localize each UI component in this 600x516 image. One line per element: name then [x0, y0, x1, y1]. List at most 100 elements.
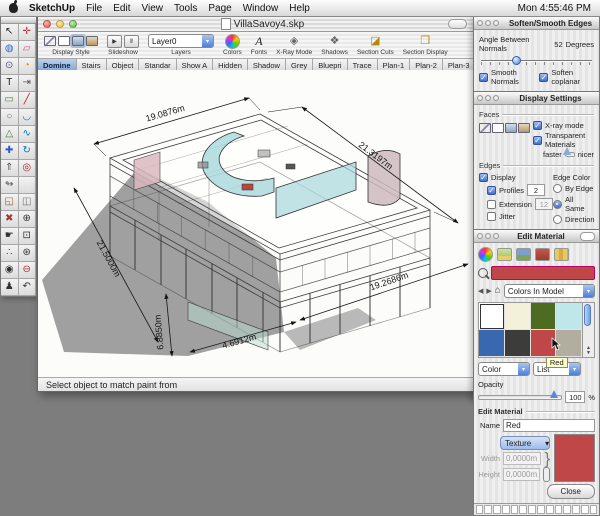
aspect-lock-icon[interactable]	[543, 467, 550, 482]
face-textured-icon[interactable]	[518, 123, 530, 133]
tool-offset[interactable]: ◎	[19, 160, 37, 177]
tool-eraser[interactable]: ▱	[19, 41, 37, 58]
menu-tools[interactable]: Tools	[174, 3, 197, 14]
forward-icon[interactable]: ▶	[486, 287, 491, 295]
tool-paint-bucket[interactable]: ◍	[1, 41, 19, 58]
back-icon[interactable]: ◀	[478, 287, 483, 295]
edges-display-checkbox[interactable]: ✓	[479, 173, 488, 182]
tool-tape-measure[interactable]: ⇥	[19, 75, 37, 92]
close-window-button[interactable]	[43, 20, 51, 28]
home-icon[interactable]: ⌂	[495, 286, 501, 296]
color-wheel-icon[interactable]	[225, 34, 240, 49]
tool-follow-me[interactable]: ↬	[1, 177, 19, 194]
material-well[interactable]	[484, 505, 492, 514]
material-well[interactable]	[546, 505, 554, 514]
panel-zoom-icon[interactable]	[493, 20, 499, 26]
toolbar-toggle-pill[interactable]	[448, 19, 467, 29]
panel-close-icon[interactable]	[477, 233, 483, 239]
opacity-value-field[interactable]: 100	[565, 391, 585, 403]
tool-sample-paint[interactable]: ⊙	[1, 58, 19, 75]
tool-arc[interactable]: ◡	[19, 109, 37, 126]
by-edge-radio[interactable]	[553, 184, 562, 193]
crayons-icon[interactable]	[554, 248, 569, 261]
soften-coplanar-checkbox[interactable]: ✓	[539, 73, 548, 82]
section-display-icon[interactable]: ❐	[420, 36, 430, 47]
panel-collapse-pill[interactable]	[580, 232, 595, 241]
tool-rectangle[interactable]: ▭	[1, 92, 19, 109]
tool-section-plane[interactable]: ◫	[19, 194, 37, 211]
layers-dropdown[interactable]: Layer0 ▾	[148, 34, 214, 48]
tool-axes[interactable]: ✛	[19, 24, 37, 41]
tool-palette-titlebar[interactable]	[1, 17, 36, 24]
color-mode-dropdown[interactable]: Color▾	[478, 362, 530, 376]
opacity-thumb[interactable]	[550, 390, 558, 398]
shaded-style-icon[interactable]	[72, 36, 84, 46]
xray-mode-icon[interactable]: ◈	[290, 36, 298, 47]
play-icon[interactable]: ▶	[107, 35, 122, 48]
material-swatch-pale-cyan[interactable]	[556, 303, 582, 330]
panel-close-icon[interactable]	[477, 20, 483, 26]
panel-zoom-icon[interactable]	[493, 233, 499, 239]
tool-move[interactable]: ✚	[1, 143, 19, 160]
menu-page[interactable]: Page	[208, 3, 231, 14]
material-well[interactable]	[476, 505, 484, 514]
pause-icon[interactable]: Ⅱ	[124, 35, 139, 48]
section-cuts-icon[interactable]: ◪	[370, 36, 380, 47]
material-color-wheel-icon[interactable]	[478, 247, 493, 262]
face-shaded-icon[interactable]	[505, 123, 517, 133]
brick-material-icon[interactable]	[535, 248, 550, 261]
tool-rotate[interactable]: ↻	[19, 143, 37, 160]
material-well[interactable]	[581, 505, 589, 514]
swatch-scrollbar[interactable]: ▲▼	[583, 302, 595, 358]
tool-circle[interactable]: ○	[1, 109, 19, 126]
material-well[interactable]	[563, 505, 571, 514]
fonts-icon[interactable]: A	[255, 34, 262, 49]
tool-orbit[interactable]: ✖	[1, 211, 19, 228]
model-viewport[interactable]: 19.0876m 21.3197m 21.5000m 6.8850m 4.691…	[38, 70, 473, 378]
all-same-radio[interactable]	[553, 200, 562, 209]
scrollbar-arrows[interactable]: ▲▼	[583, 346, 594, 356]
hidden-line-style-icon[interactable]	[58, 36, 70, 46]
panel-minimize-icon[interactable]	[485, 233, 491, 239]
material-well[interactable]	[493, 505, 501, 514]
texture-height-field[interactable]: 0,0000m	[503, 468, 540, 481]
tool-zoom-extents[interactable]: ⊛	[19, 245, 37, 262]
menu-sketchup[interactable]: SketchUp	[29, 3, 75, 14]
tool-zoom-out[interactable]: ⊖	[19, 262, 37, 279]
material-swatch-dark-gray[interactable]	[505, 330, 531, 357]
material-swatch-dark-green[interactable]	[531, 303, 557, 330]
panel-minimize-icon[interactable]	[485, 20, 491, 26]
tool-previous-view[interactable]: ↶	[19, 279, 37, 296]
jitter-checkbox[interactable]	[487, 212, 496, 221]
tool-push-pull[interactable]: ⇑	[1, 160, 19, 177]
angle-slider-thumb[interactable]	[512, 56, 521, 65]
panel-minimize-icon[interactable]	[485, 95, 491, 101]
smooth-normals-checkbox[interactable]: ✓	[479, 73, 488, 82]
tool-select[interactable]: ↖	[1, 24, 19, 41]
close-button[interactable]: Close	[547, 484, 595, 499]
profiles-value-field[interactable]: 2	[527, 184, 545, 196]
shadows-icon[interactable]: ❖	[330, 36, 340, 47]
xray-mode-checkbox[interactable]: ✓	[533, 121, 542, 130]
texture-width-field[interactable]: 0,0000m	[503, 452, 541, 465]
zoom-window-button[interactable]	[69, 20, 77, 28]
opacity-slider[interactable]	[478, 395, 562, 400]
edit-material-titlebar[interactable]: Edit Material	[474, 230, 599, 243]
tool-walk[interactable]: ∴	[1, 245, 19, 262]
face-wireframe-icon[interactable]	[479, 123, 491, 133]
tool-freehand[interactable]: ∿	[19, 126, 37, 143]
tool-protractor[interactable]: ◔	[19, 58, 37, 75]
panel-zoom-icon[interactable]	[493, 95, 499, 101]
tool-line[interactable]: ╱	[19, 92, 37, 109]
material-name-field[interactable]: Red	[503, 419, 595, 432]
minimize-window-button[interactable]	[56, 20, 64, 28]
soften-panel-titlebar[interactable]: Soften/Smooth Edges	[474, 17, 599, 30]
textured-style-icon[interactable]	[86, 36, 98, 46]
tool-zoom-region[interactable]: ⊡	[19, 228, 37, 245]
material-swatch-blue[interactable]	[479, 330, 505, 357]
menu-file[interactable]: File	[86, 3, 102, 14]
scrollbar-thumb[interactable]	[584, 304, 591, 326]
extension-value-field[interactable]: 12	[535, 198, 553, 210]
texture-dropdown[interactable]: Texture ▾	[500, 436, 550, 450]
angle-slider[interactable]	[481, 55, 592, 66]
